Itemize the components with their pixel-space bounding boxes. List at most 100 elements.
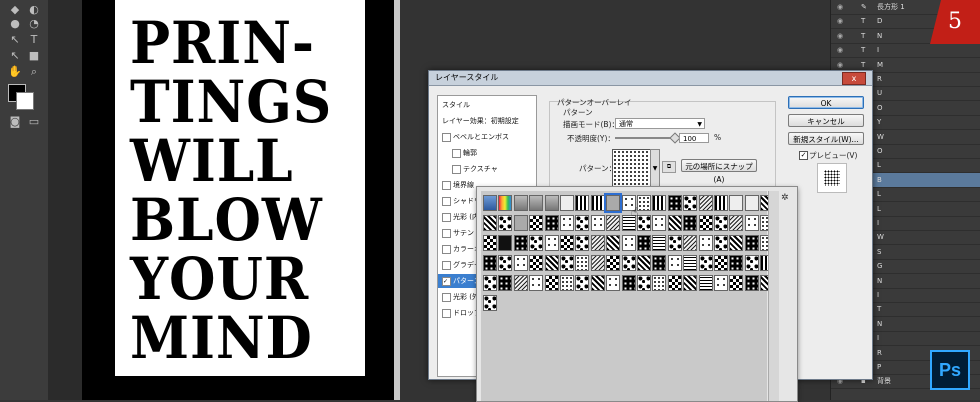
pattern-swatch-item[interactable] bbox=[529, 215, 544, 231]
pattern-swatch-item[interactable] bbox=[544, 275, 559, 291]
dialog-titlebar[interactable]: レイヤースタイル x bbox=[429, 71, 872, 86]
blend-mode-select[interactable]: 通常 ▼ bbox=[615, 118, 705, 129]
pattern-swatch-item[interactable] bbox=[590, 255, 605, 271]
layer-row[interactable]: ◉ T I bbox=[831, 43, 980, 59]
drop-icon[interactable]: ● bbox=[6, 16, 24, 32]
eye-icon[interactable]: ◉ bbox=[837, 0, 847, 14]
pattern-swatch-item[interactable] bbox=[683, 235, 698, 251]
pattern-swatch-item[interactable] bbox=[575, 255, 590, 271]
pattern-swatch-item[interactable] bbox=[529, 255, 544, 271]
pattern-swatch-item[interactable] bbox=[714, 275, 728, 291]
pattern-swatch-item[interactable] bbox=[683, 275, 698, 291]
pattern-swatch-item[interactable] bbox=[637, 255, 651, 271]
pattern-swatch-item[interactable] bbox=[714, 255, 728, 271]
pattern-swatch-item[interactable] bbox=[698, 275, 713, 291]
pattern-swatch-item[interactable] bbox=[621, 255, 636, 271]
pattern-swatch-item[interactable] bbox=[483, 255, 497, 271]
pattern-swatch-item[interactable] bbox=[744, 195, 759, 211]
opacity-input[interactable]: 100 bbox=[679, 133, 709, 143]
dodge-icon[interactable]: ◔ bbox=[25, 16, 43, 32]
style-checkbox[interactable] bbox=[442, 229, 451, 238]
hand-icon[interactable]: ✋ bbox=[6, 64, 24, 80]
pattern-swatch-item[interactable] bbox=[483, 275, 497, 291]
pen-icon[interactable]: ↖ bbox=[6, 32, 24, 48]
pattern-swatch-item[interactable] bbox=[606, 275, 621, 291]
zoom-icon[interactable]: ⌕ bbox=[25, 64, 43, 80]
pattern-swatch-item[interactable] bbox=[744, 255, 759, 271]
ok-button[interactable]: OK bbox=[788, 96, 864, 109]
pattern-swatch-item[interactable] bbox=[560, 195, 574, 211]
screen-mode-icon[interactable]: ▭ bbox=[25, 114, 43, 130]
pattern-swatch-item[interactable] bbox=[652, 215, 667, 231]
pattern-swatch-item[interactable] bbox=[714, 195, 728, 211]
pattern-swatch-item[interactable] bbox=[667, 195, 682, 211]
style-checkbox[interactable] bbox=[442, 197, 451, 206]
pattern-swatch-item[interactable] bbox=[498, 215, 513, 231]
text-tool-icon[interactable]: T bbox=[25, 32, 43, 48]
style-checkbox[interactable] bbox=[442, 181, 451, 190]
pattern-swatch-item[interactable] bbox=[667, 255, 682, 271]
pattern-swatch-item[interactable] bbox=[575, 275, 590, 291]
pattern-swatch-item[interactable] bbox=[744, 235, 759, 251]
eye-icon[interactable]: ◉ bbox=[837, 14, 847, 28]
shape-icon[interactable]: ■ bbox=[25, 48, 43, 64]
pattern-swatch-item[interactable] bbox=[483, 195, 497, 211]
pattern-swatch-item[interactable] bbox=[513, 255, 528, 271]
pattern-swatch-item[interactable] bbox=[560, 255, 574, 271]
pattern-swatch-item[interactable] bbox=[544, 255, 559, 271]
style-list-item[interactable]: 輪郭 bbox=[438, 146, 536, 160]
style-checkbox[interactable]: ✓ bbox=[442, 277, 451, 286]
pattern-swatch[interactable] bbox=[612, 149, 652, 189]
pattern-swatch-item[interactable] bbox=[698, 235, 713, 251]
pattern-swatch-item[interactable] bbox=[590, 215, 605, 231]
eye-icon[interactable]: ◉ bbox=[837, 29, 847, 43]
gear-icon[interactable]: ✲ bbox=[781, 193, 789, 203]
pattern-swatch-item[interactable] bbox=[729, 235, 744, 251]
pattern-swatch-item[interactable] bbox=[683, 255, 698, 271]
pattern-swatch-item[interactable] bbox=[604, 193, 623, 213]
close-button[interactable]: x bbox=[842, 72, 866, 85]
pattern-swatch-item[interactable] bbox=[529, 195, 544, 211]
pattern-swatch-item[interactable] bbox=[667, 215, 682, 231]
pattern-swatch-item[interactable] bbox=[744, 215, 759, 231]
style-checkbox[interactable] bbox=[442, 309, 451, 318]
pattern-swatch-item[interactable] bbox=[544, 235, 559, 251]
pattern-swatch-item[interactable] bbox=[606, 215, 621, 231]
pattern-swatch-item[interactable] bbox=[729, 215, 744, 231]
style-checkbox[interactable] bbox=[452, 149, 461, 158]
pattern-swatch-item[interactable] bbox=[621, 275, 636, 291]
pattern-swatch-item[interactable] bbox=[621, 235, 636, 251]
quick-mask-icon[interactable]: ◙ bbox=[6, 114, 24, 130]
new-preset-icon[interactable]: ⧉ bbox=[662, 161, 676, 173]
style-checkbox[interactable] bbox=[442, 293, 451, 302]
pattern-swatch-item[interactable] bbox=[714, 235, 728, 251]
pattern-swatch-item[interactable] bbox=[513, 215, 528, 231]
pattern-swatch-item[interactable] bbox=[483, 235, 497, 251]
pattern-swatch-item[interactable] bbox=[513, 195, 528, 211]
pattern-swatch-item[interactable] bbox=[637, 215, 651, 231]
pattern-swatch-item[interactable] bbox=[667, 275, 682, 291]
preview-checkbox[interactable]: ✓ bbox=[799, 151, 808, 160]
pattern-swatch-item[interactable] bbox=[529, 235, 544, 251]
pattern-swatch-item[interactable] bbox=[575, 195, 590, 211]
pattern-swatch-item[interactable] bbox=[513, 235, 528, 251]
pattern-swatch-item[interactable] bbox=[560, 215, 574, 231]
pattern-swatch-item[interactable] bbox=[698, 195, 713, 211]
pattern-swatch-item[interactable] bbox=[729, 255, 744, 271]
pattern-swatch-item[interactable] bbox=[637, 235, 651, 251]
background-color[interactable] bbox=[16, 92, 34, 110]
pattern-swatch-item[interactable] bbox=[637, 195, 651, 211]
pattern-swatch-item[interactable] bbox=[652, 195, 667, 211]
pattern-swatch-item[interactable] bbox=[698, 215, 713, 231]
pattern-swatch-item[interactable] bbox=[529, 275, 544, 291]
pattern-swatch-item[interactable] bbox=[729, 275, 744, 291]
pattern-swatch-item[interactable] bbox=[652, 275, 667, 291]
pattern-swatch-item[interactable] bbox=[590, 235, 605, 251]
style-list-item[interactable]: スタイル bbox=[438, 98, 536, 112]
pattern-swatch-item[interactable] bbox=[513, 275, 528, 291]
style-checkbox[interactable] bbox=[442, 261, 451, 270]
pattern-swatch-item[interactable] bbox=[698, 255, 713, 271]
pattern-swatch-item[interactable] bbox=[590, 275, 605, 291]
pattern-swatch-item[interactable] bbox=[483, 295, 497, 311]
pattern-swatch-item[interactable] bbox=[683, 215, 698, 231]
